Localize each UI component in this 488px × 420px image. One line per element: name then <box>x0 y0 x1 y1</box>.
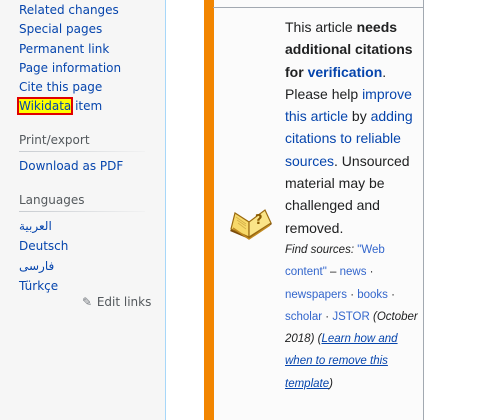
sidebar-item-special-pages[interactable]: Special pages <box>19 22 102 36</box>
svg-text:?: ? <box>255 213 263 228</box>
verification-link[interactable]: verification <box>308 64 383 80</box>
ambox-text: by <box>348 108 371 125</box>
separator: – <box>326 266 340 279</box>
separator: · <box>322 310 333 323</box>
language-link-turkce[interactable]: Türkçe <box>19 279 58 293</box>
source-newspapers-link[interactable]: newspapers <box>285 289 347 301</box>
edit-links[interactable]: ✎ Edit links <box>81 295 151 309</box>
source-jstor-link[interactable]: JSTOR <box>332 311 370 323</box>
ambox-message: This article needs additional citations … <box>285 16 422 395</box>
sidebar-item-related-changes[interactable]: Related changes <box>19 3 119 17</box>
print-export-heading: Print/export <box>19 133 90 147</box>
language-link-deutsch[interactable]: Deutsch <box>19 239 68 253</box>
ambox-divider <box>213 7 423 8</box>
print-export-divider <box>19 151 145 152</box>
find-sources-label: Find sources: <box>285 243 355 256</box>
language-link-farsi[interactable]: فارسی <box>19 259 54 273</box>
languages-heading: Languages <box>19 193 85 207</box>
question-book-icon: ? <box>230 209 272 240</box>
source-scholar-link[interactable]: scholar <box>285 311 322 323</box>
separator: · <box>387 288 395 301</box>
sidebar-item-wikidata[interactable]: Wikidata item <box>16 97 102 115</box>
source-news-link[interactable]: news <box>340 266 367 278</box>
source-books-link[interactable]: books <box>357 289 388 301</box>
languages-divider <box>19 211 145 212</box>
wikidata-highlight-link[interactable]: Wikidata <box>16 97 74 115</box>
language-link-arabic[interactable]: العربية <box>19 219 52 233</box>
sidebar-item-download-pdf[interactable]: Download as PDF <box>19 159 123 173</box>
edit-links-label: Edit links <box>96 295 152 309</box>
find-sources: Find sources: "Web content" – news · new… <box>285 243 418 390</box>
separator: · <box>347 288 358 301</box>
ambox-text: This article <box>285 19 357 35</box>
sidebar-item-cite-this-page[interactable]: Cite this page <box>19 80 102 94</box>
sidebar-item-permanent-link[interactable]: Permanent link <box>19 42 109 56</box>
sidebar-item-page-information[interactable]: Page information <box>19 61 121 75</box>
sidebar: Related changes Special pages Permanent … <box>0 0 165 420</box>
wikidata-item-link[interactable]: item <box>71 99 102 113</box>
separator: · <box>366 266 374 279</box>
pencil-icon: ✎ <box>81 295 93 309</box>
